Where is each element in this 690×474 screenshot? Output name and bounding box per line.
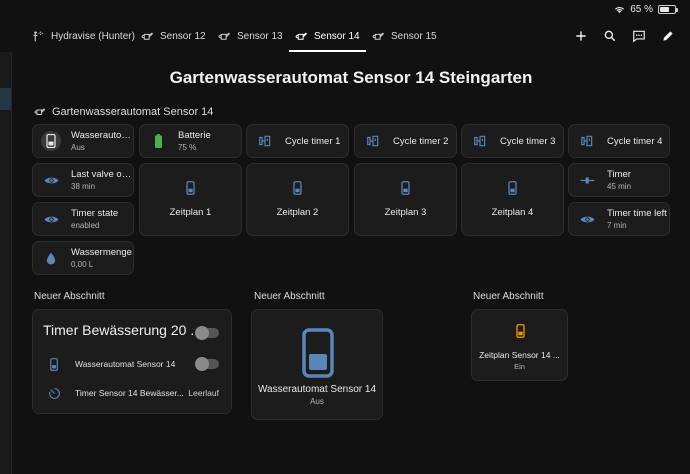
- tile-cycle-timer-2[interactable]: Cycle timer 2: [354, 124, 457, 158]
- tab-hydravise[interactable]: Hydravise (Hunter): [32, 20, 135, 52]
- phone-icon: [186, 181, 195, 195]
- slider-icon: [577, 170, 597, 190]
- timer-switch-icon: [255, 131, 275, 151]
- entity-row-wasserautomat[interactable]: Wasserautomat Sensor 14: [47, 357, 219, 371]
- phone-icon: [508, 181, 517, 195]
- watering-can-icon: [34, 108, 46, 115]
- battery-icon: [148, 131, 168, 151]
- edit-icon[interactable]: [661, 29, 675, 43]
- tab-sensor-12[interactable]: Sensor 12: [141, 20, 206, 52]
- water-drop-icon: [41, 248, 61, 268]
- phone-icon: [516, 324, 525, 338]
- entities-card-title: Timer Bewässerung 20 ...: [43, 322, 202, 338]
- zeitplan-1-button[interactable]: Zeitplan 1: [139, 163, 242, 236]
- timer-switch-icon: [363, 131, 383, 151]
- active-tab-indicator: [289, 50, 366, 52]
- zeitplan-sensor-name: Zeitplan Sensor 14 ...: [479, 350, 560, 360]
- tile-cycle-timer-1[interactable]: Cycle timer 1: [246, 124, 349, 158]
- header-toggle[interactable]: [195, 326, 219, 340]
- assist-icon[interactable]: [632, 29, 646, 43]
- zeitplan-4-button[interactable]: Zeitplan 4: [461, 163, 564, 236]
- tile-cycle-timer-3[interactable]: Cycle timer 3: [461, 124, 564, 158]
- zeitplan-2-button[interactable]: Zeitplan 2: [246, 163, 349, 236]
- watering-can-icon: [295, 32, 308, 40]
- battery-icon: [658, 5, 678, 14]
- eye-icon: [577, 209, 597, 229]
- timer-switch-icon: [577, 131, 597, 151]
- section-label-2: Neuer Abschnitt: [254, 291, 325, 302]
- status-bar: 65 %: [0, 0, 690, 20]
- sidebar-selected-item[interactable]: [0, 88, 11, 110]
- phone-icon: [302, 328, 334, 378]
- phone-icon: [47, 357, 61, 371]
- status-indicators: 65 %: [614, 4, 678, 15]
- button-card-name: Wasserautomat Sensor 14: [257, 384, 377, 395]
- battery-percent: 65 %: [630, 4, 653, 15]
- wasserautomat-button-card[interactable]: Wasserautomat Sensor 14 Aus: [251, 309, 383, 420]
- zeitplan-sensor-button-card[interactable]: Zeitplan Sensor 14 ... Ein: [471, 309, 568, 381]
- sprinkler-icon: [33, 31, 43, 41]
- phone-icon: [401, 181, 410, 195]
- watering-can-icon: [141, 32, 154, 40]
- tile-timer-time-left[interactable]: Timer time left 7 min: [568, 202, 670, 236]
- eye-icon: [41, 209, 61, 229]
- search-icon[interactable]: [603, 29, 617, 43]
- sidebar: [0, 52, 12, 474]
- tile-timer-state[interactable]: Timer state enabled: [32, 202, 134, 236]
- section-label-3: Neuer Abschnitt: [473, 291, 544, 302]
- tab-sensor-13[interactable]: Sensor 13: [218, 20, 283, 52]
- zeitplan-sensor-state: Ein: [514, 362, 525, 371]
- timer-icon: [47, 386, 61, 400]
- entity-row-timer[interactable]: Timer Sensor 14 Bewässer... Leerlauf: [47, 386, 219, 400]
- plus-icon[interactable]: [574, 29, 588, 43]
- tile-batterie[interactable]: Batterie 75 %: [139, 124, 242, 158]
- wifi-icon: [615, 7, 625, 14]
- tile-cycle-timer-4[interactable]: Cycle timer 4: [568, 124, 670, 158]
- watering-can-icon: [218, 32, 231, 40]
- watering-can-icon: [372, 32, 385, 40]
- top-toolbar: Hydravise (Hunter) Sensor 12 Sensor 13 S…: [0, 20, 690, 52]
- tile-wasserautomat[interactable]: Wasserautom... Aus: [32, 124, 134, 158]
- tab-sensor-14[interactable]: Sensor 14: [289, 20, 366, 52]
- button-card-state: Aus: [310, 397, 324, 406]
- tile-wassermenge[interactable]: Wassermenge 0,00 L: [32, 241, 134, 275]
- section-label-1: Neuer Abschnitt: [34, 291, 105, 302]
- water-valve-icon: [41, 131, 61, 151]
- tile-timer[interactable]: Timer 45 min: [568, 163, 670, 197]
- page-title: Gartenwasserautomat Sensor 14 Steingarte…: [169, 68, 533, 87]
- eye-icon: [41, 170, 61, 190]
- tile-last-valve[interactable]: Last valve ope... 38 min: [32, 163, 134, 197]
- phone-icon: [293, 181, 302, 195]
- wasserautomat-toggle[interactable]: [195, 357, 219, 371]
- timer-switch-icon: [470, 131, 490, 151]
- zeitplan-3-button[interactable]: Zeitplan 3: [354, 163, 457, 236]
- tab-sensor-15[interactable]: Sensor 15: [372, 20, 437, 52]
- timer-entities-card: Timer Bewässerung 20 ... Wasserautomat S…: [32, 309, 232, 414]
- device-group-heading: Gartenwasserautomat Sensor 14: [34, 106, 213, 118]
